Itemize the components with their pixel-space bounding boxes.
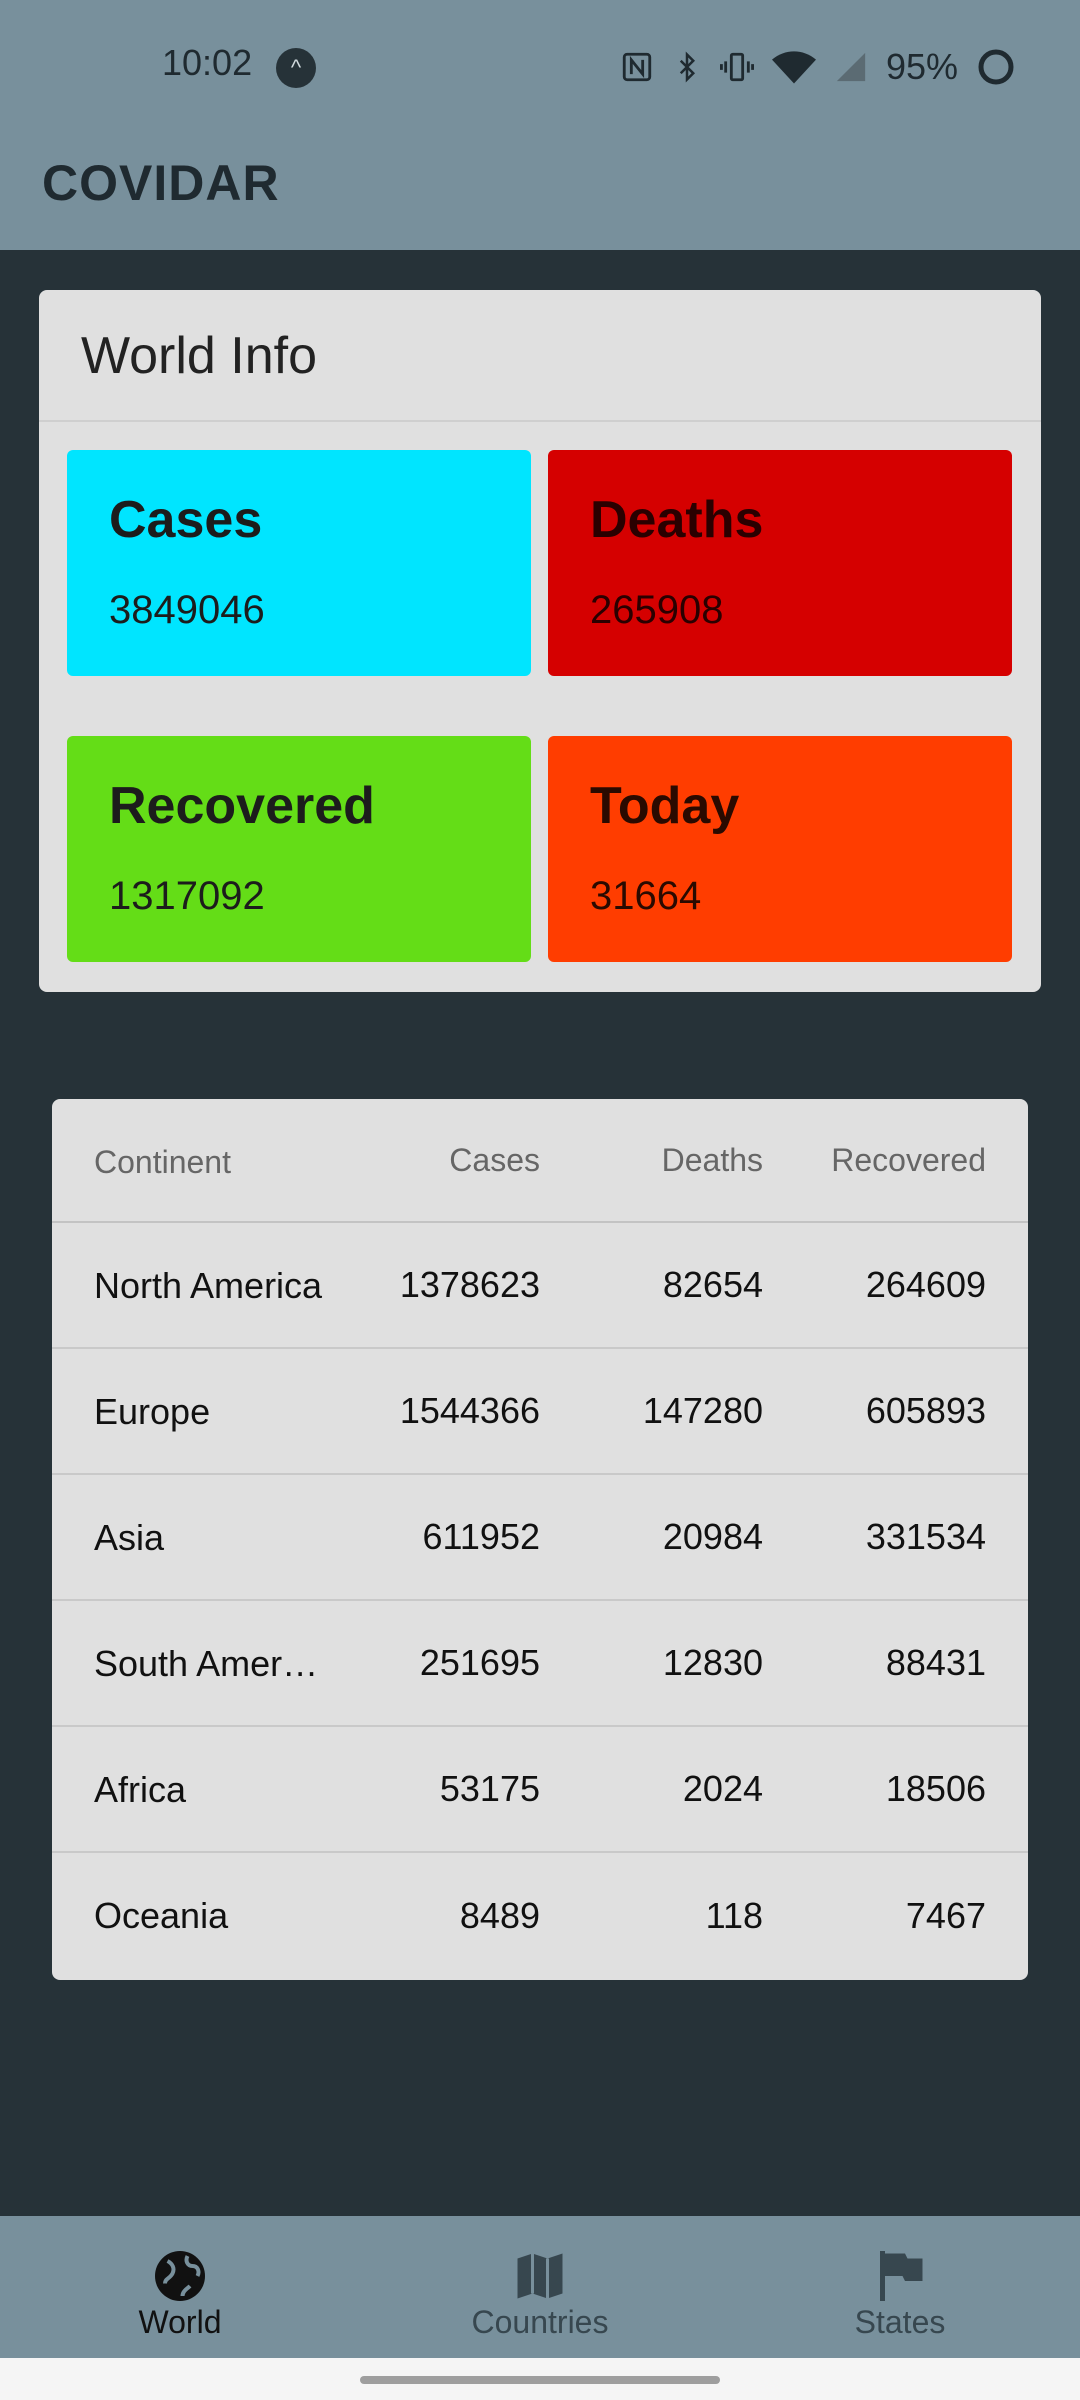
battery-icon xyxy=(976,47,1016,87)
continent-recovered: 18506 xyxy=(885,1768,986,1809)
continent-deaths: 82654 xyxy=(662,1264,763,1305)
continent-deaths: 12830 xyxy=(662,1642,763,1683)
map-icon xyxy=(510,2246,570,2306)
table-row[interactable]: Asia 611952 20984 331534 xyxy=(52,1475,1028,1601)
continent-recovered: 605893 xyxy=(865,1390,986,1431)
nav-countries-label: Countries xyxy=(471,2304,609,2340)
recovered-value: 1317092 xyxy=(109,874,265,918)
bottom-navigation: World Countries States xyxy=(0,2216,1080,2358)
wifi-icon xyxy=(771,50,816,84)
status-bar: 10:02 ^ 95% xyxy=(0,0,1080,134)
notification-app-icon: ^ xyxy=(276,48,316,88)
status-time: 10:02 xyxy=(162,42,253,83)
continent-cases: 8489 xyxy=(459,1895,540,1936)
continent-deaths: 2024 xyxy=(682,1768,763,1809)
continent-cases: 53175 xyxy=(439,1768,540,1809)
continent-name: Asia xyxy=(94,1517,165,1558)
continent-cases: 1544366 xyxy=(399,1390,540,1431)
cases-value: 3849046 xyxy=(109,588,265,632)
continent-name: Oceania xyxy=(94,1895,229,1936)
header-recovered[interactable]: Recovered xyxy=(831,1099,986,1221)
nav-world[interactable]: World xyxy=(0,2216,360,2358)
nav-world-label: World xyxy=(138,2304,222,2340)
battery-percent: 95% xyxy=(885,46,958,87)
table-row[interactable]: South America 251695 12830 88431 xyxy=(52,1601,1028,1727)
continent-deaths: 118 xyxy=(705,1895,763,1936)
divider xyxy=(39,420,1041,422)
continent-name: North America xyxy=(94,1265,323,1306)
world-info-title: World Info xyxy=(81,327,318,385)
continent-recovered: 264609 xyxy=(865,1264,986,1305)
continent-name: South America xyxy=(94,1643,324,1684)
header-cases[interactable]: Cases xyxy=(449,1099,540,1221)
table-header-row: Continent Cases Deaths Recovered xyxy=(52,1099,1028,1223)
gesture-bar xyxy=(0,2358,1080,2400)
today-tile: Today 31664 xyxy=(548,736,1012,962)
continent-cases: 1378623 xyxy=(399,1264,540,1305)
nfc-icon xyxy=(620,50,654,84)
nav-countries[interactable]: Countries xyxy=(360,2216,720,2358)
deaths-value: 265908 xyxy=(590,588,724,632)
continent-cases: 611952 xyxy=(422,1516,540,1557)
table-row[interactable]: Africa 53175 2024 18506 xyxy=(52,1727,1028,1853)
app-bar: COVIDAR xyxy=(0,134,1080,250)
continent-name: Africa xyxy=(94,1769,187,1810)
header-continent[interactable]: Continent xyxy=(94,1099,324,1221)
continent-recovered: 7467 xyxy=(905,1895,986,1936)
continent-table: Continent Cases Deaths Recovered North A… xyxy=(52,1099,1028,1980)
table-row[interactable]: Oceania 8489 118 7467 xyxy=(52,1853,1028,1979)
system-icons: 95% xyxy=(620,46,1016,88)
today-value: 31664 xyxy=(590,874,702,918)
recovered-label: Recovered xyxy=(109,777,375,835)
deaths-label: Deaths xyxy=(590,491,764,549)
continent-recovered: 331534 xyxy=(865,1516,986,1557)
globe-icon xyxy=(150,2246,210,2306)
nav-states-label: States xyxy=(854,2304,946,2340)
flag-icon xyxy=(870,2246,930,2306)
continent-cases: 251695 xyxy=(419,1642,540,1683)
today-label: Today xyxy=(590,777,740,835)
deaths-tile: Deaths 265908 xyxy=(548,450,1012,676)
recovered-tile: Recovered 1317092 xyxy=(67,736,531,962)
continent-deaths: 147280 xyxy=(642,1390,763,1431)
home-gesture-pill[interactable] xyxy=(360,2376,720,2384)
world-info-card: World Info Cases 3849046 Deaths 265908 R… xyxy=(39,290,1041,992)
table-row[interactable]: Europe 1544366 147280 605893 xyxy=(52,1349,1028,1475)
table-row[interactable]: North America 1378623 82654 264609 xyxy=(52,1223,1028,1349)
continent-recovered: 88431 xyxy=(885,1642,986,1683)
cases-tile: Cases 3849046 xyxy=(67,450,531,676)
nav-states[interactable]: States xyxy=(720,2216,1080,2358)
cases-label: Cases xyxy=(109,491,263,549)
signal-icon xyxy=(834,50,868,84)
continent-deaths: 20984 xyxy=(662,1516,763,1557)
app-title: COVIDAR xyxy=(42,155,280,211)
header-deaths[interactable]: Deaths xyxy=(662,1099,763,1221)
vibrate-icon xyxy=(719,50,754,84)
bluetooth-icon xyxy=(672,50,702,84)
continent-name: Europe xyxy=(94,1391,211,1432)
